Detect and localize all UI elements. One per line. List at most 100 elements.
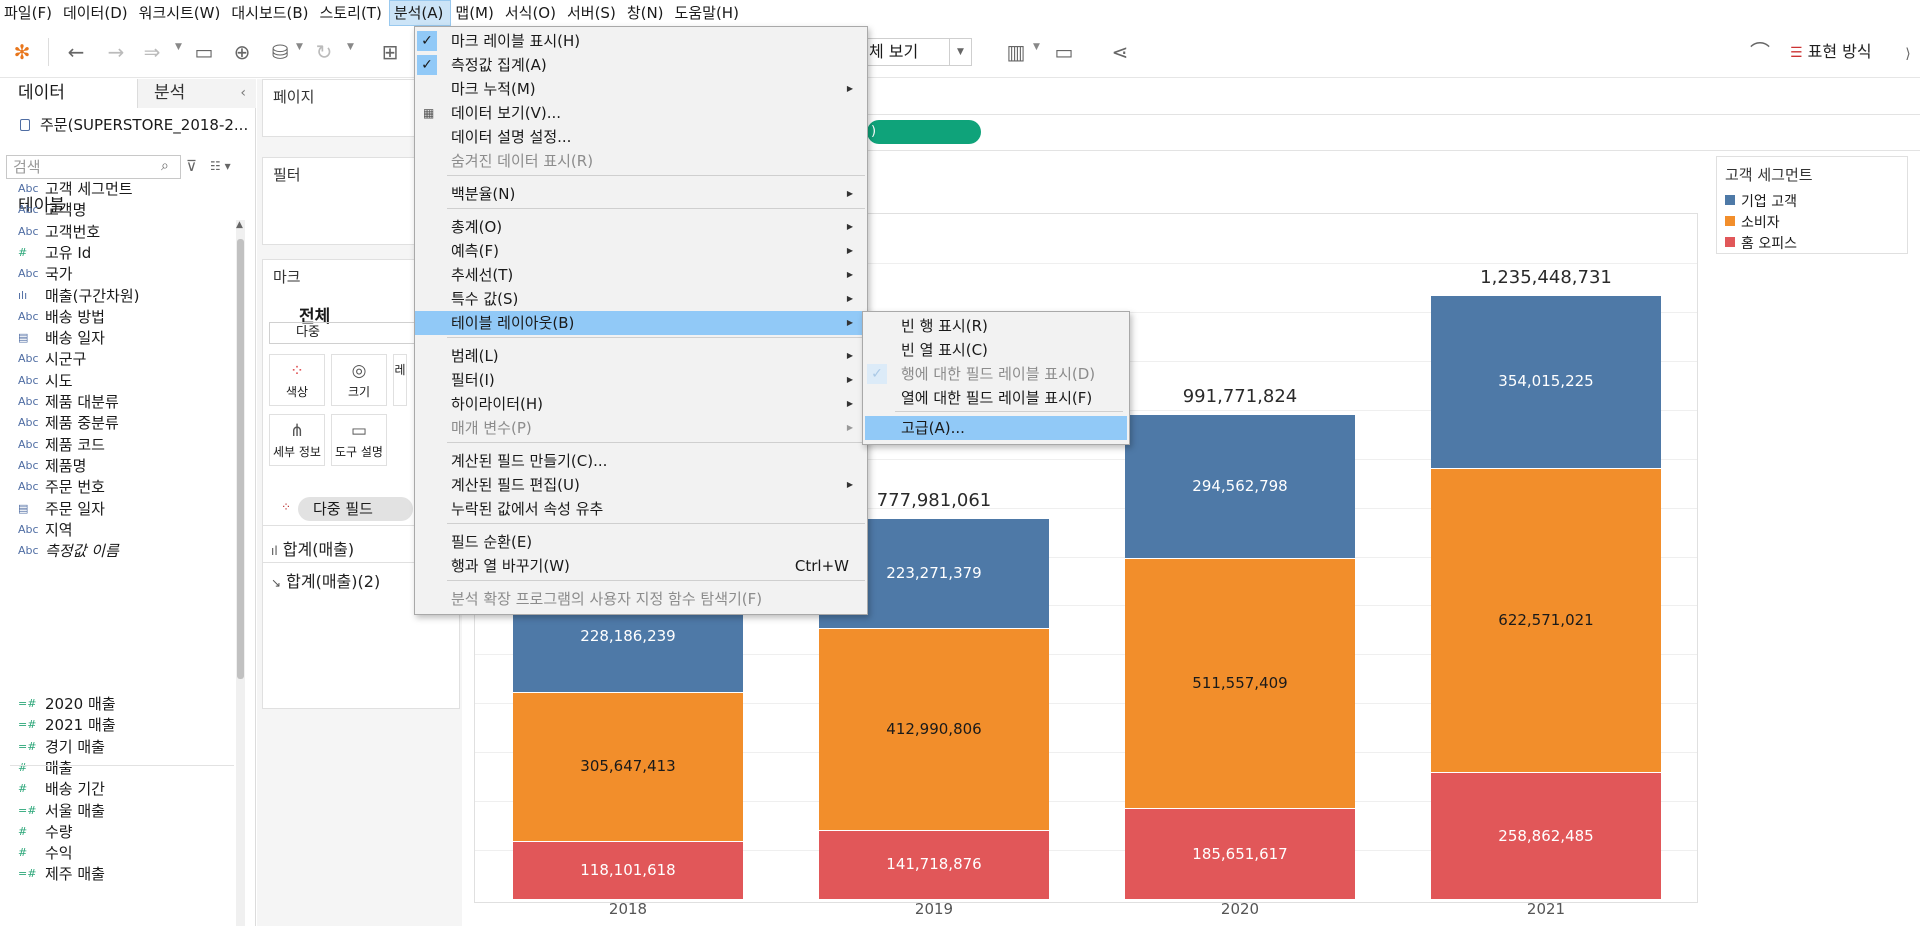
detail-button[interactable]: ⋔ 세부 정보 <box>269 414 325 466</box>
search-icon[interactable]: ⌕ <box>161 158 169 174</box>
chevron-down-icon[interactable]: ▼ <box>347 42 354 52</box>
shortcut-label: Ctrl+W <box>794 557 849 575</box>
fit-view-select[interactable]: 체 보기 ▼ <box>860 38 972 66</box>
menu-item-테이블-레이아웃[interactable]: 테이블 레이아웃(B) ▶ <box>415 311 867 335</box>
menu-item-분석-확장-프로그램의-사용자-지정-함수-탐색기: 분석 확장 프로그램의 사용자 지정 함수 탐색기(F) <box>415 587 867 611</box>
menu-item-행과-열-바꾸기[interactable]: 행과 열 바꾸기(W) Ctrl+W <box>415 554 867 578</box>
menu-item-특수-값[interactable]: 특수 값(S) ▶ <box>415 287 867 311</box>
highlight-icon[interactable]: ⌒ <box>1748 40 1772 64</box>
collapse-pane-icon[interactable]: ‹ <box>240 79 246 108</box>
menu-item-계산된-필드-만들기[interactable]: 계산된 필드 만들기(C)... <box>415 449 867 473</box>
undo-icon[interactable]: ← <box>64 40 88 64</box>
pane-tabs: 데이터 분석 ‹ <box>0 79 256 108</box>
menu-item-계산된-필드-편집[interactable]: 계산된 필드 편집(U) ▶ <box>415 473 867 497</box>
show-me-button[interactable]: ☰ 표현 방식 <box>1790 40 1872 64</box>
submenu-item-고급[interactable]: 고급(A)... <box>865 416 1127 440</box>
chevron-down-icon[interactable]: ▼ <box>175 42 182 52</box>
menu-separator <box>447 208 865 209</box>
tableau-logo-icon[interactable]: ✻ <box>10 40 34 64</box>
menu-대시보드[interactable]: 대시보드(B) <box>227 0 315 26</box>
menu-item-데이터-설명-설정[interactable]: 데이터 설명 설정... <box>415 125 867 149</box>
menu-워크시트[interactable]: 워크시트(W) <box>135 0 228 26</box>
chart-labels-icon[interactable]: ▥ <box>1004 40 1028 64</box>
submenu-item-빈-행-표시[interactable]: 빈 행 표시(R) <box>865 314 1127 338</box>
redirect-icon[interactable]: ⇒ <box>140 40 164 64</box>
menu-서버[interactable]: 서버(S) <box>563 0 623 26</box>
color-legend[interactable]: 고객 세그먼트 기업 고객 소비자 홈 오피스 <box>1716 156 1908 254</box>
size-label: 크기 <box>347 385 371 399</box>
menu-item-백분율[interactable]: 백분율(N) ▶ <box>415 182 867 206</box>
field-label: 2021 매출 <box>45 716 116 735</box>
share-icon[interactable]: ⋖ <box>1108 40 1132 64</box>
multi-field-pill[interactable]: 다중 필드 <box>298 497 413 521</box>
menu-item-마크-누적[interactable]: 마크 누적(M) ▶ <box>415 77 867 101</box>
datasource-name[interactable]: 주문(SUPERSTORE_2018-2... <box>40 114 248 135</box>
x-axis-tick: 2020 <box>1220 900 1260 918</box>
bins-type-icon: ılı <box>18 288 28 302</box>
size-icon: ◎ <box>351 361 367 381</box>
menu-item-필터[interactable]: 필터(I) ▶ <box>415 368 867 392</box>
legend-swatch <box>1725 195 1735 205</box>
new-worksheet-icon[interactable]: ⊞ <box>378 40 402 64</box>
size-button[interactable]: ◎ 크기 <box>331 354 387 406</box>
menu-데이터[interactable]: 데이터(D) <box>59 0 135 26</box>
scroll-up-icon[interactable]: ▲ <box>236 220 243 230</box>
tooltip-button[interactable]: ▭ 도구 설명 <box>331 414 387 466</box>
menu-item-측정값-집계[interactable]: ✓ 측정값 집계(A) <box>415 53 867 77</box>
collapse-icon[interactable]: ⟩ <box>1896 42 1920 66</box>
menu-서식[interactable]: 서식(O) <box>501 0 563 26</box>
menu-item-예측[interactable]: 예측(F) ▶ <box>415 239 867 263</box>
tab-analysis[interactable]: 분석 <box>138 79 256 108</box>
tab-data[interactable]: 데이터 <box>0 79 138 108</box>
measure-sum-sales-2[interactable]: ↘ 합계(매출)(2) <box>271 568 380 592</box>
data-label: 294,562,798 <box>1192 476 1288 495</box>
menu-item-하이라이터[interactable]: 하이라이터(H) ▶ <box>415 392 867 416</box>
scrollbar-thumb[interactable] <box>237 239 244 679</box>
presentation-icon[interactable]: ▭ <box>1052 40 1076 64</box>
data-label: 185,651,617 <box>1192 844 1288 863</box>
save-icon[interactable]: ▭ <box>192 40 216 64</box>
datasource-icon[interactable]: ⛁ <box>268 40 292 64</box>
menu-도움말[interactable]: 도움말(H) <box>671 0 746 26</box>
field-item[interactable]: =# 제주 매출 <box>0 861 234 887</box>
menu-스토리[interactable]: 스토리(T) <box>316 0 389 26</box>
chevron-right-icon: ▶ <box>846 399 853 408</box>
total-label: 991,771,824 <box>1182 385 1298 407</box>
rows-pill[interactable]: ) <box>867 120 981 144</box>
chevron-down-icon[interactable]: ▼ <box>949 39 971 65</box>
menu-separator <box>447 337 865 338</box>
calculated-field-icon: =# <box>18 867 37 881</box>
menu-item-label: 누락된 값에서 속성 유추 <box>451 500 604 518</box>
label-button[interactable]: 레 <box>393 354 407 406</box>
submenu-item-빈-열-표시[interactable]: 빈 열 표시(C) <box>865 338 1127 362</box>
color-button[interactable]: ⁘ 색상 <box>269 354 325 406</box>
menu-창[interactable]: 창(N) <box>623 0 671 26</box>
field-item[interactable]: Abc 측정값 이름 <box>0 538 234 564</box>
number-type-icon: # <box>18 245 28 259</box>
measure-sum-sales[interactable]: ıl 합계(매출) <box>271 536 354 560</box>
menu-item-label: 특수 값(S) <box>451 290 519 308</box>
chevron-down-icon[interactable]: ▼ <box>1033 42 1040 52</box>
field-label: 수익 <box>45 844 73 863</box>
new-datasource-icon[interactable]: ⊕ <box>230 40 254 64</box>
redo-icon[interactable]: → <box>104 40 128 64</box>
menu-item-누락된-값에서-속성-유추[interactable]: 누락된 값에서 속성 유추 <box>415 497 867 521</box>
refresh-icon[interactable]: ↻ <box>312 40 336 64</box>
menu-item-필드-순환[interactable]: 필드 순환(E) <box>415 530 867 554</box>
filter-icon[interactable]: ⊽ <box>186 157 197 175</box>
calculated-field-icon: =# <box>18 718 37 732</box>
chevron-right-icon: ▶ <box>846 246 853 255</box>
menu-분석[interactable]: 분석(A) <box>388 0 452 26</box>
menu-item-마크-레이블-표시[interactable]: ✓ 마크 레이블 표시(H) <box>415 29 867 53</box>
menu-item-범례[interactable]: 범례(L) ▶ <box>415 344 867 368</box>
menu-item-데이터-보기[interactable]: ▦ 데이터 보기(V)... <box>415 101 867 125</box>
menu-item-총계[interactable]: 총계(O) ▶ <box>415 215 867 239</box>
menu-item-추세선[interactable]: 추세선(T) ▶ <box>415 263 867 287</box>
menu-맵[interactable]: 맵(M) <box>451 0 500 26</box>
field-label: 시군구 <box>45 350 87 369</box>
view-options-icon[interactable]: ☷ ▾ <box>210 159 231 173</box>
submenu-item-열에-대한-필드-레이블-표시[interactable]: 열에 대한 필드 레이블 표시(F) <box>865 386 1127 410</box>
toolbar-divider <box>48 38 49 66</box>
chevron-down-icon[interactable]: ▼ <box>296 42 303 52</box>
menu-파일[interactable]: 파일(F) <box>0 0 59 26</box>
